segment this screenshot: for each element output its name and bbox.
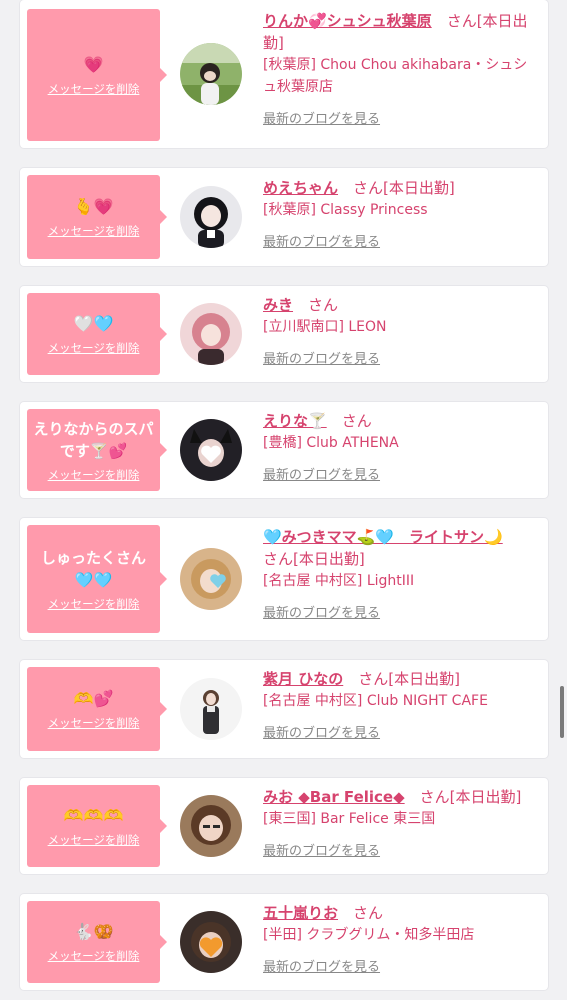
shop-label: [名古屋 中村区] Club NIGHT CAFE (263, 693, 488, 709)
list-item: 🫶💕 メッセージを削除 紫月 ひなの さん[本日出勤] [名古屋 中村区] Cl… (20, 660, 548, 758)
message-bubble: しゅったくさん🩵🩵 メッセージを削除 (27, 525, 167, 633)
name-suffix: さん[本日出勤] (263, 550, 365, 568)
avatar[interactable] (180, 678, 242, 740)
name-suffix: さん[本日出勤] (353, 179, 455, 197)
shop-label: [秋葉原] Classy Princess (263, 202, 428, 218)
delete-message-link[interactable]: メッセージを削除 (48, 340, 140, 356)
list-item: 💗 メッセージを削除 りんか💞シュシュ秋葉原 さん[本日出勤] [秋葉原] Ch… (20, 0, 548, 148)
cast-name-link[interactable]: 紫月 ひなの (263, 670, 343, 688)
avatar-photo-cat-ears-heart-icon (180, 419, 242, 481)
bubble-emoji: 💗 (83, 54, 104, 74)
cast-name-link[interactable]: みお ◆Bar Felice◆ (263, 788, 405, 806)
cast-name-link[interactable]: めえちゃん (263, 179, 338, 197)
delete-message-link[interactable]: メッセージを削除 (48, 832, 140, 848)
message-bubble: えりなからのスパです🍸💕 メッセージを削除 (27, 409, 167, 491)
item-info: みお ◆Bar Felice◆ さん[本日出勤] [東三国] Bar Felic… (263, 786, 541, 859)
latest-blog-link[interactable]: 最新のブログを見る (263, 956, 380, 975)
name-suffix: さん (341, 412, 372, 430)
delete-message-link[interactable]: メッセージを削除 (48, 948, 140, 964)
cast-name-link[interactable]: 🩵みつきママ⛳🩵 ライトサン🌙 (263, 528, 503, 546)
avatar-photo-dark-hair-girl-icon (180, 186, 242, 248)
latest-blog-link[interactable]: 最新のブログを見る (263, 108, 380, 127)
avatar-photo-outdoor-girl-icon (180, 43, 242, 105)
item-info: えりな🍸 さん [豊橋] Club ATHENA 最新のブログを見る (263, 410, 541, 483)
shop-label: [立川駅南口] LEON (263, 319, 387, 335)
avatar[interactable] (180, 303, 242, 365)
bubble-emoji: 🫰💗 (73, 196, 114, 216)
list-item: えりなからのスパです🍸💕 メッセージを削除 えりな🍸 さん [豊橋] Club … (20, 402, 548, 498)
latest-blog-link[interactable]: 最新のブログを見る (263, 231, 380, 250)
latest-blog-link[interactable]: 最新のブログを見る (263, 602, 380, 621)
avatar[interactable] (180, 419, 242, 481)
avatar-photo-orange-heart-icon (180, 911, 242, 973)
cast-name-link[interactable]: りんか💞シュシュ秋葉原 (263, 12, 432, 30)
list-item: 🫶🫶🫶 メッセージを削除 みお ◆Bar Felice◆ さん[本日出勤] [東… (20, 778, 548, 874)
name-suffix: さん (308, 296, 339, 314)
latest-blog-link[interactable]: 最新のブログを見る (263, 840, 380, 859)
message-bubble: 💗 メッセージを削除 (27, 9, 167, 141)
delete-message-link[interactable]: メッセージを削除 (48, 715, 140, 731)
message-bubble: 🫶🫶🫶 メッセージを削除 (27, 785, 167, 867)
delete-message-link[interactable]: メッセージを削除 (48, 467, 140, 483)
shop-label: [東三国] Bar Felice 東三国 (263, 811, 436, 827)
shop-label: [半田] クラブグリム・知多半田店 (263, 927, 475, 943)
item-info: 紫月 ひなの さん[本日出勤] [名古屋 中村区] Club NIGHT CAF… (263, 668, 541, 741)
avatar-photo-brown-hair-girl-icon (180, 795, 242, 857)
item-info: りんか💞シュシュ秋葉原 さん[本日出勤] [秋葉原] Chou Chou aki… (263, 10, 541, 127)
cast-name-link[interactable]: えりな🍸 (263, 412, 327, 430)
bubble-emoji: 🫶💕 (73, 688, 114, 708)
avatar-photo-pink-hair-girl-icon (180, 303, 242, 365)
latest-blog-link[interactable]: 最新のブログを見る (263, 464, 380, 483)
avatar-photo-standing-girl-icon (180, 678, 242, 740)
message-bubble: 🫶💕 メッセージを削除 (27, 667, 167, 751)
item-info: 五十嵐りお さん [半田] クラブグリム・知多半田店 最新のブログを見る (263, 902, 541, 975)
latest-blog-link[interactable]: 最新のブログを見る (263, 348, 380, 367)
bubble-emoji: 🐇🥨 (73, 921, 114, 941)
latest-blog-link[interactable]: 最新のブログを見る (263, 722, 380, 741)
list-item: 🐇🥨 メッセージを削除 五十嵐りお さん [半田] クラブグリム・知多半田店 最… (20, 894, 548, 990)
name-suffix: さん[本日出勤] (419, 788, 522, 806)
item-info: めえちゃん さん[本日出勤] [秋葉原] Classy Princess 最新の… (263, 177, 541, 250)
avatar[interactable] (180, 43, 242, 105)
shop-label: [名古屋 中村区] LightIII (263, 573, 415, 589)
shop-label: [秋葉原] Chou Chou akihabara・シュシュ秋葉原店 (263, 57, 528, 95)
name-suffix: さん (353, 904, 384, 922)
list-item: 🫰💗 メッセージを削除 めえちゃん さん[本日出勤] [秋葉原] Classy … (20, 168, 548, 266)
bubble-message-text: しゅったくさん🩵🩵 (40, 548, 146, 589)
avatar[interactable] (180, 548, 242, 610)
cast-name-link[interactable]: 五十嵐りお (263, 904, 338, 922)
message-bubble: 🤍🩵 メッセージを削除 (27, 293, 167, 375)
bubble-message-text: えりなからのスパです🍸💕 (33, 419, 154, 460)
scrollbar[interactable] (560, 686, 564, 738)
item-info: みき さん [立川駅南口] LEON 最新のブログを見る (263, 294, 541, 367)
delete-message-link[interactable]: メッセージを削除 (48, 596, 140, 612)
message-list: 💗 メッセージを削除 りんか💞シュシュ秋葉原 さん[本日出勤] [秋葉原] Ch… (0, 0, 567, 1000)
bubble-emoji: 🫶🫶🫶 (63, 805, 124, 825)
item-info: 🩵みつきママ⛳🩵 ライトサン🌙 さん[本日出勤] [名古屋 中村区] LightI… (263, 526, 541, 621)
message-bubble: 🐇🥨 メッセージを削除 (27, 901, 167, 983)
shop-label: [豊橋] Club ATHENA (263, 435, 399, 451)
avatar[interactable] (180, 795, 242, 857)
avatar[interactable] (180, 186, 242, 248)
message-bubble: 🫰💗 メッセージを削除 (27, 175, 167, 259)
name-suffix: さん[本日出勤] (358, 670, 460, 688)
avatar[interactable] (180, 911, 242, 973)
delete-message-link[interactable]: メッセージを削除 (48, 81, 140, 97)
cast-name-link[interactable]: みき (263, 296, 293, 314)
list-item: 🤍🩵 メッセージを削除 みき さん [立川駅南口] LEON 最新のブログを見る (20, 286, 548, 382)
delete-message-link[interactable]: メッセージを削除 (48, 223, 140, 239)
avatar-photo-blonde-heart-icon (180, 548, 242, 610)
bubble-emoji: 🤍🩵 (73, 313, 114, 333)
list-item: しゅったくさん🩵🩵 メッセージを削除 🩵みつきママ⛳🩵 ライトサン🌙 さん[本日出… (20, 518, 548, 640)
